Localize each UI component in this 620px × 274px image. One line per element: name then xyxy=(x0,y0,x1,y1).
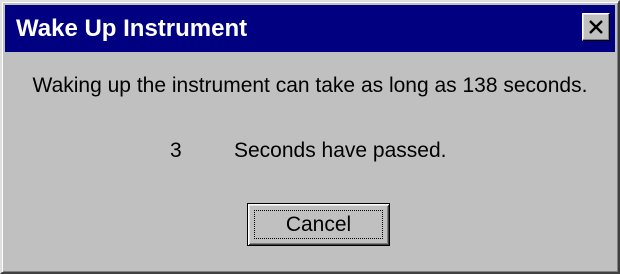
wake-up-message: Waking up the instrument can take as lon… xyxy=(32,74,588,97)
title-bar[interactable]: Wake Up Instrument xyxy=(5,5,615,52)
close-icon xyxy=(589,20,603,34)
elapsed-seconds-label: Seconds have passed. xyxy=(234,139,447,162)
cancel-button[interactable]: Cancel xyxy=(247,203,390,246)
wake-up-dialog: Wake Up Instrument Waking up the instrum… xyxy=(0,0,620,274)
elapsed-counter: 3 Seconds have passed. xyxy=(2,139,618,169)
cancel-button-label: Cancel xyxy=(285,213,352,236)
window-title: Wake Up Instrument xyxy=(16,15,248,42)
close-button[interactable] xyxy=(582,13,610,41)
elapsed-seconds-value: 3 xyxy=(170,139,182,162)
